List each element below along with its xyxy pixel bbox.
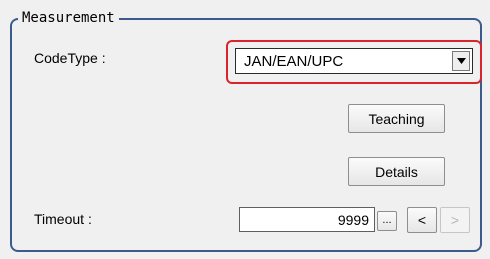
timeout-decrease-button[interactable]: < <box>407 207 437 233</box>
code-type-value: JAN/EAN/UPC <box>244 53 344 70</box>
dropdown-arrow-icon[interactable] <box>452 51 470 71</box>
timeout-value: 9999 <box>337 212 369 228</box>
group-title: Measurement <box>18 9 119 27</box>
timeout-label: Timeout : <box>34 211 92 227</box>
code-type-label: CodeType : <box>34 50 106 66</box>
timeout-input[interactable]: 9999 <box>239 207 375 232</box>
timeout-ellipsis-button[interactable]: ... <box>377 211 397 231</box>
teaching-button[interactable]: Teaching <box>348 104 445 133</box>
details-button[interactable]: Details <box>348 157 445 186</box>
measurement-panel: Measurement CodeType : JAN/EAN/UPC Teach… <box>0 0 490 259</box>
timeout-increase-button[interactable]: > <box>440 207 470 233</box>
triangle-down-icon <box>456 58 466 64</box>
code-type-select[interactable]: JAN/EAN/UPC <box>235 48 473 74</box>
